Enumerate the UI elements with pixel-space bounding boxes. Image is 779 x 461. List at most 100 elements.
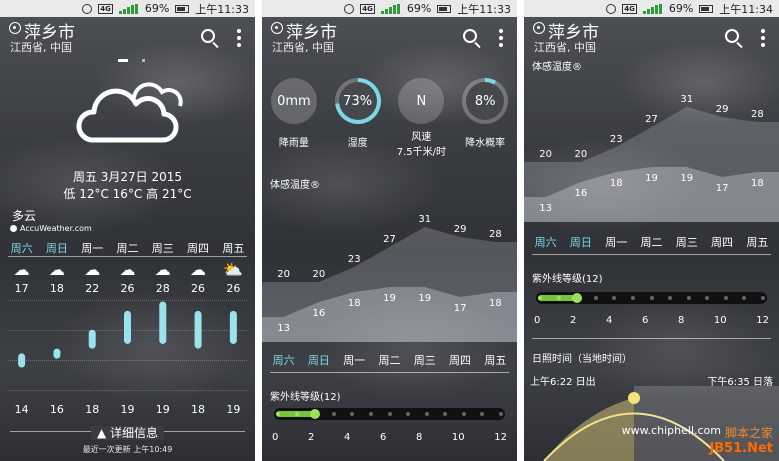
day-names-row: 周六 周日 周一 周二 周三 周四 周五 — [524, 234, 779, 250]
battery-percent: 69% — [144, 2, 170, 15]
day-label[interactable]: 周五 — [478, 352, 512, 368]
feels-high-label: 20 — [575, 149, 588, 160]
province-name: 江西省, 中国 — [534, 41, 596, 54]
day-label[interactable]: 周一 — [75, 240, 109, 256]
clock: 上午11:33 — [195, 2, 249, 16]
temp-range: 低 12°C 16°C 高 21°C — [63, 187, 192, 201]
day-label[interactable]: 周五 — [216, 240, 250, 256]
day-label[interactable]: 周四 — [705, 234, 739, 250]
location-pin-icon[interactable] — [271, 22, 283, 34]
feels-high-label: 29 — [716, 104, 729, 115]
uv-tick: 12 — [756, 315, 769, 326]
low-temp: 16 — [49, 403, 64, 416]
rain-icon: ☁ — [119, 260, 136, 279]
uv-level-marker — [572, 293, 583, 303]
feels-like-chart: 20 20 23 27 31 29 28 13 16 18 19 19 17 18 — [262, 214, 517, 342]
sun-icon — [628, 392, 640, 404]
low-temp: 18 — [191, 403, 206, 416]
temp-bar — [194, 310, 202, 349]
high-temp: 26 — [226, 282, 241, 295]
feels-high-label: 20 — [277, 269, 290, 280]
provider-link[interactable]: AccuWeather.com — [10, 224, 92, 233]
day-label[interactable]: 周三 — [670, 234, 704, 250]
wind-speed: 7.5千米/时 — [396, 147, 447, 158]
battery-icon — [437, 4, 452, 13]
feels-high-label: 23 — [610, 134, 623, 145]
day-label[interactable]: 周六 — [529, 234, 563, 250]
feels-high-label: 20 — [539, 149, 552, 160]
network-4g-icon: 4G — [360, 3, 375, 14]
day-label[interactable]: 周六 — [267, 352, 301, 368]
temp-bar — [229, 310, 237, 344]
province-name: 江西省, 中国 — [10, 41, 72, 54]
uv-dot — [593, 296, 598, 300]
rain-ring: 0mm — [270, 78, 317, 124]
uv-tick: 4 — [343, 432, 351, 443]
location-pin-icon[interactable] — [9, 22, 21, 34]
feels-like-title: 体感温度® — [270, 180, 320, 191]
uv-dot — [761, 296, 765, 300]
day-label[interactable]: 周五 — [740, 234, 774, 250]
feels-high-label: 28 — [489, 229, 502, 240]
signal-icon — [118, 3, 139, 14]
search-icon[interactable] — [463, 29, 477, 43]
feels-low-label: 19 — [680, 173, 693, 184]
wind-label: 风速 — [411, 132, 432, 143]
feels-high-label: 29 — [454, 224, 467, 235]
precip-value: 8% — [474, 93, 496, 109]
day-label[interactable]: 周三 — [408, 352, 442, 368]
more-info-button[interactable]: ▲ 详细信息 — [90, 426, 165, 440]
uv-dot — [705, 296, 710, 300]
uv-tick: 0 — [534, 315, 541, 326]
high-temp: 17 — [14, 282, 29, 295]
alarm-icon — [606, 3, 617, 14]
uv-dot — [424, 412, 429, 416]
wind-ring: N — [398, 78, 445, 124]
day-label[interactable]: 周日 — [302, 352, 336, 368]
page-indicator — [118, 59, 145, 62]
search-icon[interactable] — [725, 29, 739, 43]
day-label[interactable]: 周四 — [443, 352, 477, 368]
uv-dot — [294, 412, 299, 416]
network-4g-icon: 4G — [622, 3, 637, 14]
day-label[interactable]: 周二 — [372, 352, 406, 368]
uv-dot — [480, 412, 485, 416]
uv-ticks: 0 2 4 6 8 10 12 — [534, 315, 769, 326]
status-bar: 4G 69% 上午11:33 — [262, 0, 517, 17]
condition-text: 多云 — [12, 209, 37, 223]
uv-dot — [742, 296, 747, 300]
day-label[interactable]: 周四 — [181, 240, 215, 256]
feels-low-label: 16 — [313, 308, 326, 319]
humidity-ring: 73% — [334, 78, 381, 124]
alarm-icon — [344, 3, 355, 14]
clock: 上午11:34 — [719, 2, 773, 16]
day-label[interactable]: 周二 — [110, 240, 144, 256]
uv-tick: 0 — [272, 432, 279, 443]
feels-high-label: 20 — [313, 269, 326, 280]
low-temp: 14 — [14, 403, 29, 416]
sun-title: 日照时间（当地时间） — [532, 354, 632, 365]
more-vert-icon[interactable] — [237, 29, 241, 47]
more-vert-icon[interactable] — [761, 29, 765, 47]
wind-direction: N — [416, 93, 427, 109]
day-label[interactable]: 周二 — [634, 234, 668, 250]
stat-wind: N 风速 7.5千米/时 — [393, 78, 449, 158]
location-pin-icon[interactable] — [533, 22, 545, 34]
low-temps-row: 14 16 18 19 19 18 19 — [0, 403, 255, 416]
feels-low-label: 13 — [277, 323, 290, 334]
day-label[interactable]: 周一 — [599, 234, 633, 250]
day-label[interactable]: 周日 — [40, 240, 74, 256]
precip-label: 降水概率 — [465, 138, 506, 149]
uv-ticks: 0 2 4 6 8 10 12 — [272, 432, 507, 443]
weather-screen-details: 4G 69% 上午11:33 萍乡市 江西省, 中国 0mm 降雨量 73% 湿… — [262, 0, 517, 461]
battery-icon — [175, 4, 190, 13]
stat-precip: 8% 降水概率 — [457, 78, 513, 158]
day-label[interactable]: 周一 — [337, 352, 371, 368]
uv-tick: 8 — [677, 315, 685, 326]
day-label[interactable]: 周六 — [5, 240, 39, 256]
more-vert-icon[interactable] — [499, 29, 503, 47]
day-label[interactable]: 周三 — [146, 240, 180, 256]
day-label[interactable]: 周日 — [564, 234, 598, 250]
search-icon[interactable] — [201, 29, 215, 43]
app-bar: 萍乡市 江西省, 中国 — [0, 17, 255, 57]
